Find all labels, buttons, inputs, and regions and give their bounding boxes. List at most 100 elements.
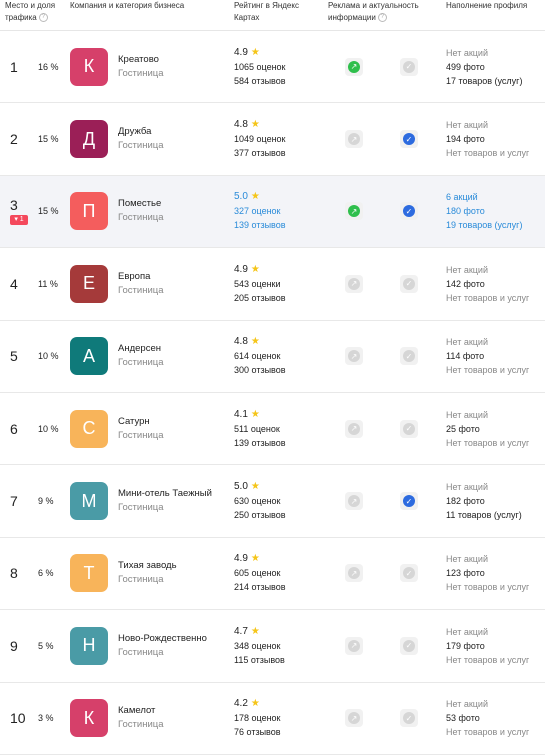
company-info[interactable]: Тихая заводь Гостиница [118,559,177,587]
company-info[interactable]: Европа Гостиница [118,270,163,298]
table-row[interactable]: 95 % Н Ново-Рождественно Гостиница 4.7 ★ 348 о… [0,610,545,683]
rank-number: 4 [10,275,18,292]
company-name[interactable]: Креатово [118,53,163,67]
star-icon: ★ [250,336,260,348]
rating-score: 4.9 ★ [234,263,286,277]
traffic-share: 5 % [38,640,54,651]
company-name[interactable]: Сатурн [118,415,163,429]
ad-status-badge[interactable]: ↗ [345,274,363,293]
ratings-count: 178 оценок [234,713,281,724]
help-icon[interactable]: ? [377,13,387,23]
traffic-share: 6 % [38,568,54,579]
company-name[interactable]: Андерсен [118,342,163,356]
rating-value: 4.7 [234,625,248,637]
rank-cell: 2 [10,103,18,174]
ad-status-badge[interactable]: ↗ [345,492,363,511]
company-name[interactable]: Камелот [118,704,163,718]
profile-cell: Нет акций 182 фото 11 товаров (услуг) [446,480,522,522]
header-profile: Наполнение профиля [446,1,528,10]
rank-cell: 4 [10,248,18,319]
ad-status-badge[interactable]: ↗ [345,57,363,76]
goods-count: Нет товаров и услуг [446,654,530,665]
company-info[interactable]: Камелот Гостиница [118,704,163,732]
company-info[interactable]: Андерсен Гостиница [118,342,163,370]
company-category: Гостиница [118,502,164,514]
info-status-badge[interactable]: ✓ [400,709,418,728]
photos-count[interactable]: 180 фото [446,204,522,218]
reviews-count[interactable]: 139 отзывов [234,218,286,232]
photos-count: 179 фото [446,640,485,651]
info-status-badge[interactable]: ✓ [400,130,418,149]
photos-count: 194 фото [446,134,485,145]
ad-status-badge[interactable]: ↗ [345,709,363,728]
info-status-badge[interactable]: ✓ [400,202,418,221]
info-status-badge[interactable]: ✓ [400,57,418,76]
table-row[interactable]: 5 10 % А Андерсен Гостиница 4.8 ★ 614 оценок 300… [0,321,545,393]
company-category: Гостиница [118,719,164,731]
company-avatar: П [70,192,108,231]
company-name[interactable]: Дружба [118,125,163,139]
company-info[interactable]: Сатурн Гостиница [118,415,163,443]
header-company: Компания и категория бизнеса [70,1,185,10]
goods-count: Нет товаров и услуг [446,437,530,448]
rating-value: 5.0 [234,481,248,493]
table-row[interactable]: 1 16 % К Креатово Гостиница 4.9 ★ 1065 оценок 58… [0,31,545,104]
table-row[interactable]: 10 3 % К Камелот Гостиница 4.2 ★ 178 оценок 76 о… [0,683,545,755]
rank-number: 3 [10,197,18,214]
info-status-badge[interactable]: ✓ [400,274,418,293]
header-ad: Реклама и актуальность информации? [328,1,419,23]
reviews-count: 76 отзывов [234,727,281,738]
table-row[interactable]: 2 15 % Д Дружба Гостиница 4.8 ★ 1049 оценок 377 … [0,103,545,176]
company-name[interactable]: Ново-Рождественно [118,632,207,646]
promo-count[interactable]: 6 акций [446,190,522,204]
company-info[interactable]: Креатово Гостиница [118,53,163,81]
goods-count[interactable]: 19 товаров (услуг) [446,218,522,232]
profile-cell: Нет акций 179 фото Нет товаров и услуг [446,625,529,667]
company-name[interactable]: Европа [118,270,163,284]
ad-status-badge[interactable]: ↗ [345,202,363,221]
company-name[interactable]: Мини-отель Таежный [118,487,212,501]
ratings-count: 605 оценок [234,568,281,579]
company-info[interactable]: Поместье Гостиница [118,197,163,225]
photos-count: 142 фото [446,278,485,289]
table-row[interactable]: 8 6 % Т Тихая заводь Гостиница 4.9 ★ 605 оценок… [0,538,545,611]
traffic-share: 16 % [38,61,59,72]
check-icon: ✓ [403,277,415,290]
reviews-count: 584 отзывов [234,75,286,86]
table-row[interactable]: 7 9 % М Мини-отель Таежный Гостиница 5.0 ★ 630 … [0,465,545,538]
company-name[interactable]: Тихая заводь [118,559,177,573]
ad-status-badge[interactable]: ↗ [345,419,363,438]
company-info[interactable]: Дружба Гостиница [118,125,163,153]
header-rank: Место и доля трафика? [5,1,56,23]
company-avatar: Т [70,554,108,593]
ad-status-badge[interactable]: ↗ [345,130,363,149]
rank-number: 9 [10,637,18,654]
ad-status-badge[interactable]: ↗ [345,564,363,583]
table-row[interactable]: 3 ▾ 1 15 % П Поместье Гостиница 5.0 ★ 327 оценок… [0,175,545,249]
info-status-badge[interactable]: ✓ [400,419,418,438]
rating-cell: 4.7 ★ 348 оценок 115 отзывов [234,625,285,667]
table-row[interactable]: 6 10 % С Сатурн Гостиница 4.1 ★ 511 оценок 139 о… [0,393,545,466]
star-icon: ★ [250,553,260,565]
info-status-badge[interactable]: ✓ [400,347,418,366]
help-icon[interactable]: ? [38,13,48,23]
star-icon: ★ [250,408,260,420]
company-info[interactable]: Мини-отель Таежный Гостиница [118,487,212,515]
arrow-up-icon: ↗ [348,205,360,218]
info-status-badge[interactable]: ✓ [400,636,418,655]
rank-number: 10 [10,710,26,727]
promo-count: Нет акций [446,626,488,637]
info-status-badge[interactable]: ✓ [400,492,418,511]
promo-count: Нет акций [446,554,488,565]
profile-cell: Нет акций 25 фото Нет товаров и услуг [446,408,529,450]
ratings-count[interactable]: 327 оценок [234,204,286,218]
ad-status-badge[interactable]: ↗ [345,636,363,655]
check-icon: ✓ [403,60,415,73]
photos-count: 182 фото [446,496,485,507]
ad-status-badge[interactable]: ↗ [345,347,363,366]
arrow-up-icon: ↗ [348,495,360,508]
company-name[interactable]: Поместье [118,197,163,211]
table-row[interactable]: 4 11 % Е Европа Гостиница 4.9 ★ 543 оценки 205 о… [0,248,545,321]
info-status-badge[interactable]: ✓ [400,564,418,583]
company-info[interactable]: Ново-Рождественно Гостиница [118,632,207,660]
